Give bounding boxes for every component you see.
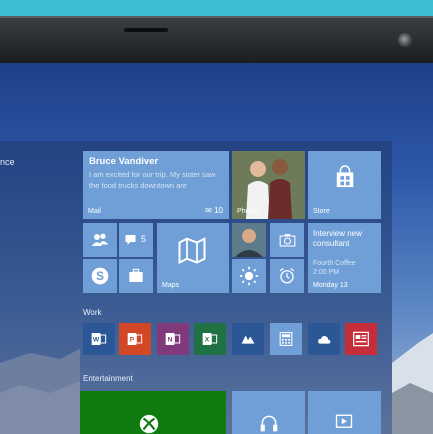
camera-app-icon — [279, 234, 296, 247]
people-tile[interactable] — [83, 223, 117, 257]
store-label: Store — [313, 208, 330, 215]
svg-text:X: X — [205, 337, 210, 344]
sun-icon — [239, 266, 259, 286]
calculator-icon — [279, 332, 293, 346]
calculator-tile[interactable] — [270, 323, 302, 355]
video-tile[interactable] — [308, 391, 381, 434]
store-bag-icon — [336, 165, 354, 188]
contact-photo-tile[interactable] — [232, 223, 266, 257]
calendar-event-time: 2:00 PM — [313, 269, 340, 276]
onenote-icon: N — [165, 333, 181, 345]
maps-tile[interactable]: Maps — [157, 223, 229, 293]
section-heading-work: Work — [83, 308, 102, 317]
word-tile[interactable]: W — [83, 323, 115, 355]
excel-tile[interactable]: X — [194, 323, 226, 355]
xbox-tile[interactable] — [80, 391, 226, 434]
music-tile[interactable] — [232, 391, 305, 434]
weather-tile[interactable] — [232, 259, 266, 293]
mail-tile[interactable]: Bruce Vandiver I am excited for our trip… — [83, 151, 229, 219]
photos-tile[interactable]: Photos — [232, 151, 305, 219]
briefcase-icon — [129, 268, 143, 282]
calendar-date-label: Monday 13 — [313, 282, 348, 289]
alarm-clock-icon — [279, 268, 295, 284]
mail-count: ✉ 10 — [205, 206, 223, 215]
screen: nce Bruce Vandiver I am excited for our … — [0, 63, 433, 434]
photos-label: Photos — [237, 208, 259, 215]
svg-text:W: W — [93, 337, 100, 344]
excel-icon: X — [202, 333, 218, 345]
map-icon — [178, 237, 206, 265]
chat-icon — [125, 235, 136, 245]
speaker-grille — [124, 28, 168, 32]
calendar-event-details: Fourth Coffee 2:00 PM — [313, 259, 356, 277]
start-left-partial-text: nce — [0, 157, 15, 167]
svg-text:P: P — [130, 337, 135, 344]
video-icon — [335, 414, 353, 428]
store-tile[interactable]: Store — [308, 151, 381, 219]
camera-tile[interactable] — [270, 223, 304, 257]
dynamics-tile[interactable] — [232, 323, 264, 355]
news-tile[interactable] — [345, 323, 377, 355]
powerpoint-icon: P — [127, 333, 143, 345]
cloud-icon — [318, 336, 331, 344]
calendar-event-title: Interview new consultant — [313, 229, 362, 248]
skype-icon: S — [91, 267, 109, 285]
mail-preview: I am excited for our trip. My sister saw… — [89, 170, 216, 190]
envelope-icon: ✉ — [205, 206, 212, 215]
word-icon: W — [91, 333, 107, 345]
camera-icon — [398, 33, 412, 47]
svg-text:N: N — [168, 337, 173, 344]
calendar-tile[interactable]: Interview new consultant Fourth Coffee 2… — [308, 223, 381, 293]
skype-badge: 5 — [141, 234, 147, 244]
calendar-event-location: Fourth Coffee — [313, 260, 356, 267]
powerpoint-tile[interactable]: P — [119, 323, 151, 355]
mail-count-value: 10 — [214, 206, 223, 215]
svg-text:S: S — [96, 270, 104, 283]
headphones-icon — [260, 415, 278, 432]
skype-video-tile[interactable]: 5 — [119, 223, 153, 257]
maps-label: Maps — [162, 282, 180, 289]
alarms-tile[interactable] — [270, 259, 304, 293]
onedrive-tile[interactable] — [308, 323, 340, 355]
people-icon — [91, 233, 109, 246]
device-bezel — [0, 16, 433, 63]
onenote-tile[interactable]: N — [157, 323, 189, 355]
mail-sender: Bruce Vandiver — [89, 156, 159, 167]
contact-photo-icon — [232, 223, 266, 257]
xbox-icon — [139, 414, 159, 434]
news-icon — [353, 331, 369, 347]
section-heading-entertainment: Entertainment — [83, 374, 133, 383]
dynamics-icon — [241, 335, 255, 344]
skype-tile[interactable]: S — [83, 259, 117, 293]
mail-label: Mail — [88, 208, 101, 215]
background-band — [0, 0, 433, 16]
briefcase-tile[interactable] — [119, 259, 153, 293]
